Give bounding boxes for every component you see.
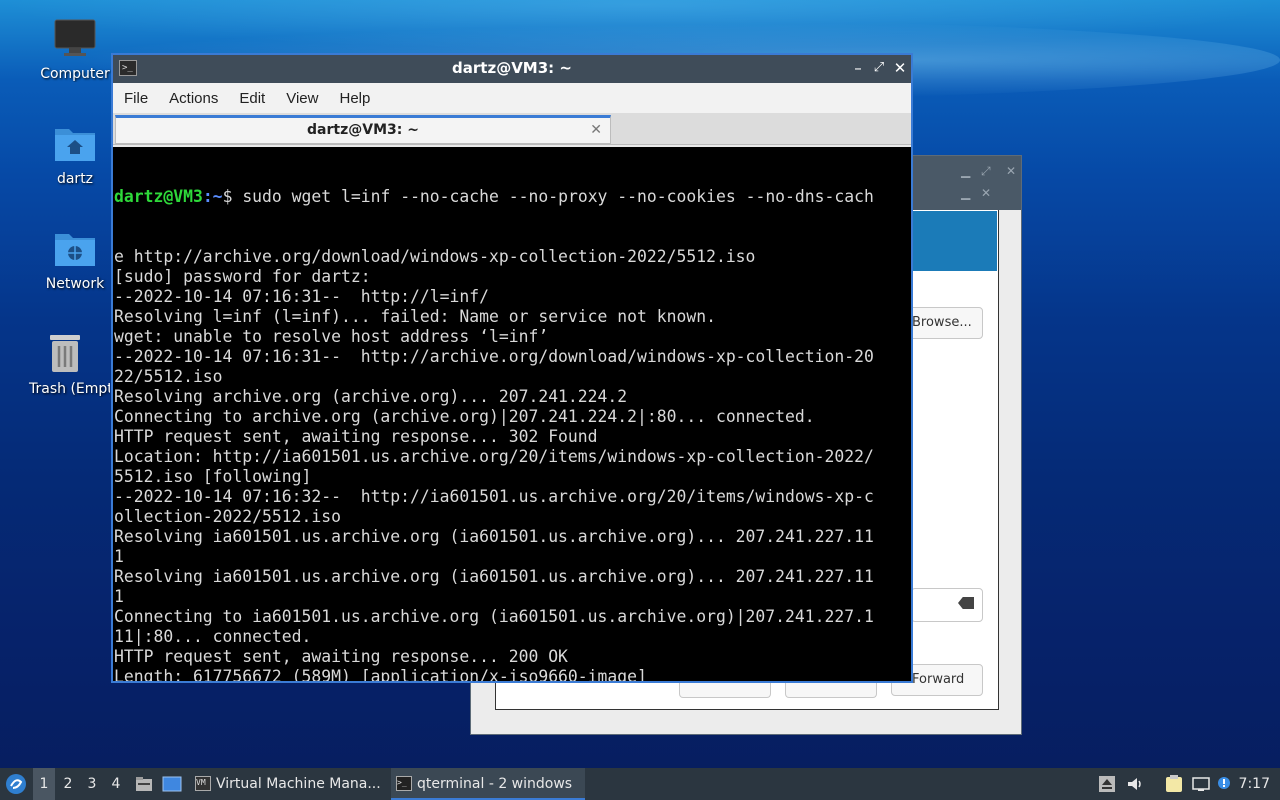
show-desktop-icon[interactable] <box>162 775 182 793</box>
tab-close-icon[interactable]: ✕ <box>590 118 602 142</box>
output-line: Resolving l=inf (l=inf)... failed: Name … <box>114 307 716 326</box>
output-line: --2022-10-14 07:16:31-- http://l=inf/ <box>114 287 489 306</box>
output-line: 1 <box>114 547 124 566</box>
output-line: wget: unable to resolve host address ‘l=… <box>114 327 549 346</box>
desktop-icon-trash[interactable]: Trash (Empty) <box>20 333 110 397</box>
desktop-switch-1[interactable]: 1 <box>33 768 55 800</box>
desktop-switch-2[interactable]: 2 <box>57 768 79 800</box>
task-qterminal[interactable]: >_ qterminal - 2 windows <box>391 768 585 800</box>
tab-bar: dartz@VM3: ~ ✕ <box>113 113 911 145</box>
inner-minimize-icon[interactable]: ▁ <box>961 186 970 200</box>
output-line: HTTP request sent, awaiting response... … <box>114 427 598 446</box>
virt-manager-icon: VM <box>195 776 211 791</box>
trash-icon <box>50 335 80 372</box>
output-line: Length: 617756672 (589M) [application/x-… <box>114 667 647 681</box>
prompt-symbol: $ <box>222 187 243 206</box>
file-manager-icon[interactable] <box>135 775 153 793</box>
update-notifier-icon[interactable] <box>1216 776 1232 792</box>
terminal-window[interactable]: >_ dartz@VM3: ~ – ⤢ ✕ File Actions Edit … <box>111 53 913 683</box>
clipboard-icon[interactable] <box>1164 775 1184 793</box>
menu-help[interactable]: Help <box>332 90 377 107</box>
output-line: Connecting to archive.org (archive.org)|… <box>114 407 815 426</box>
output-line: 1 <box>114 587 124 606</box>
terminal-output[interactable]: dartz@VM3:~$ sudo wget l=inf --no-cache … <box>113 147 911 681</box>
clock[interactable]: 7:17 <box>1239 768 1270 800</box>
desktop-icon-label: Trash (Empty) <box>29 381 110 397</box>
command-text: sudo wget l=inf --no-cache --no-proxy --… <box>242 187 874 206</box>
task-virt-manager[interactable]: VM Virtual Machine Mana... <box>190 768 386 800</box>
minimize-icon[interactable]: ▁ <box>961 164 970 178</box>
maximize-icon[interactable]: ⤢ <box>981 164 991 179</box>
output-line: 22/5512.iso <box>114 367 223 386</box>
output-line: HTTP request sent, awaiting response... … <box>114 647 568 666</box>
window-titlebar[interactable]: >_ dartz@VM3: ~ – ⤢ ✕ <box>113 55 911 83</box>
path-field[interactable] <box>911 588 983 622</box>
output-line: Resolving ia601501.us.archive.org (ia601… <box>114 567 874 586</box>
eject-icon[interactable] <box>1099 776 1115 792</box>
output-line: --2022-10-14 07:16:32-- http://ia601501.… <box>114 487 874 506</box>
tab-terminal[interactable]: dartz@VM3: ~ ✕ <box>115 115 611 144</box>
minimize-icon[interactable]: – <box>849 58 867 78</box>
output-line: Location: http://ia601501.us.archive.org… <box>114 447 874 466</box>
dialog-header-banner <box>911 211 997 271</box>
inner-close-icon[interactable]: ✕ <box>981 186 991 200</box>
desktop-switch-3[interactable]: 3 <box>81 768 103 800</box>
window-title: dartz@VM3: ~ <box>452 59 572 77</box>
clear-icon[interactable] <box>958 597 974 609</box>
output-line: 5512.iso [following] <box>114 467 312 486</box>
menu-actions[interactable]: Actions <box>162 90 225 107</box>
home-folder-icon <box>55 129 95 161</box>
desktop-switch-4[interactable]: 4 <box>105 768 127 800</box>
output-line: Connecting to ia601501.us.archive.org (i… <box>114 607 874 626</box>
network-status-icon[interactable] <box>1192 776 1210 792</box>
task-label: qterminal - 2 windows <box>417 776 573 792</box>
output-line: 11|:80... connected. <box>114 627 312 646</box>
close-icon[interactable]: ✕ <box>1006 164 1016 178</box>
output-line: [sudo] password for dartz: <box>114 267 371 286</box>
menubar: File Actions Edit View Help <box>113 83 911 113</box>
close-icon[interactable]: ✕ <box>891 58 909 78</box>
taskbar: 1 2 3 4 VM Virtual Machine Mana... >_ qt… <box>0 768 1280 800</box>
output-line: e http://archive.org/download/windows-xp… <box>114 247 756 266</box>
output-line: ollection-2022/5512.iso <box>114 507 341 526</box>
computer-icon <box>54 19 96 56</box>
volume-icon[interactable] <box>1127 776 1143 792</box>
prompt-user: dartz@VM3 <box>114 187 203 206</box>
menu-edit[interactable]: Edit <box>232 90 272 107</box>
output-line: Resolving ia601501.us.archive.org (ia601… <box>114 527 874 546</box>
maximize-icon[interactable]: ⤢ <box>870 58 888 78</box>
output-line: --2022-10-14 07:16:31-- http://archive.o… <box>114 347 874 366</box>
menu-file[interactable]: File <box>117 90 155 107</box>
tab-label: dartz@VM3: ~ <box>307 122 419 138</box>
output-line: Resolving archive.org (archive.org)... 2… <box>114 387 628 406</box>
start-menu-icon[interactable] <box>4 772 28 796</box>
prompt-path: :~ <box>202 187 223 206</box>
command-line: dartz@VM3:~$ sudo wget l=inf --no-cache … <box>114 187 911 207</box>
menu-view[interactable]: View <box>279 90 325 107</box>
terminal-app-icon: >_ <box>396 776 412 791</box>
network-folder-icon <box>55 234 95 266</box>
task-label: Virtual Machine Mana... <box>216 776 381 792</box>
